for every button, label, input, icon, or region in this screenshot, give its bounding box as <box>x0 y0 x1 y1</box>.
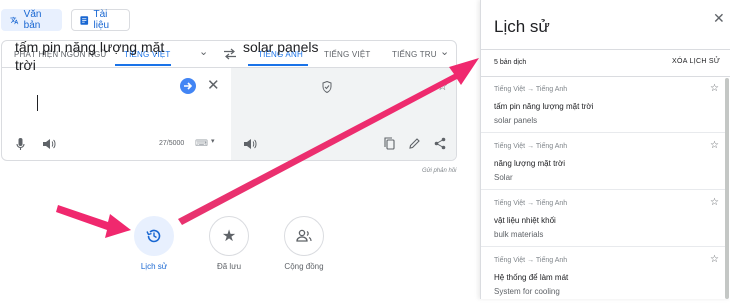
arrow-to-history-panel <box>178 58 479 225</box>
panel-divider <box>481 49 730 50</box>
history-scrollbar[interactable] <box>725 78 729 299</box>
history-item[interactable]: Tiếng Việt → Tiếng Anh Hệ thống để làm m… <box>481 248 725 304</box>
history-item-target: bulk materials <box>494 230 544 239</box>
close-icon[interactable]: ✕ <box>713 10 725 27</box>
history-item-languages: Tiếng Việt → Tiếng Anh <box>494 86 568 93</box>
history-item-languages: Tiếng Việt → Tiếng Anh <box>494 200 568 207</box>
star-icon[interactable]: ☆ <box>710 254 719 265</box>
history-item[interactable]: Tiếng Việt → Tiếng Anh năng lượng mặt tr… <box>481 134 725 190</box>
history-panel-title: Lịch sử <box>494 17 550 36</box>
history-item-source: năng lượng mặt trời <box>494 159 565 168</box>
translation-count: 5 bản dịch <box>494 59 527 66</box>
history-panel: Lịch sử ✕ 5 bản dịch XÓA LỊCH SỬ Tiếng V… <box>480 0 730 299</box>
history-item-source: Hệ thống để làm mát <box>494 273 569 282</box>
history-item-source: tấm pin năng lượng mặt trời <box>494 102 594 111</box>
star-icon[interactable]: ☆ <box>710 197 719 208</box>
star-icon[interactable]: ☆ <box>710 140 719 151</box>
history-item-source: vật liệu nhiệt khối <box>494 216 556 225</box>
arrow-to-history-button <box>56 205 131 238</box>
history-item-target: System for cooling <box>494 287 560 296</box>
history-item-languages: Tiếng Việt → Tiếng Anh <box>494 143 568 150</box>
history-item[interactable]: Tiếng Việt → Tiếng Anh tấm pin năng lượn… <box>481 77 725 133</box>
history-item-languages: Tiếng Việt → Tiếng Anh <box>494 257 568 264</box>
history-item-target: Solar <box>494 173 513 182</box>
star-icon[interactable]: ☆ <box>710 83 719 94</box>
history-item[interactable]: Tiếng Việt → Tiếng Anh vật liệu nhiệt kh… <box>481 191 725 247</box>
clear-history-button[interactable]: XÓA LỊCH SỬ <box>672 58 720 65</box>
history-item-target: solar panels <box>494 116 538 125</box>
